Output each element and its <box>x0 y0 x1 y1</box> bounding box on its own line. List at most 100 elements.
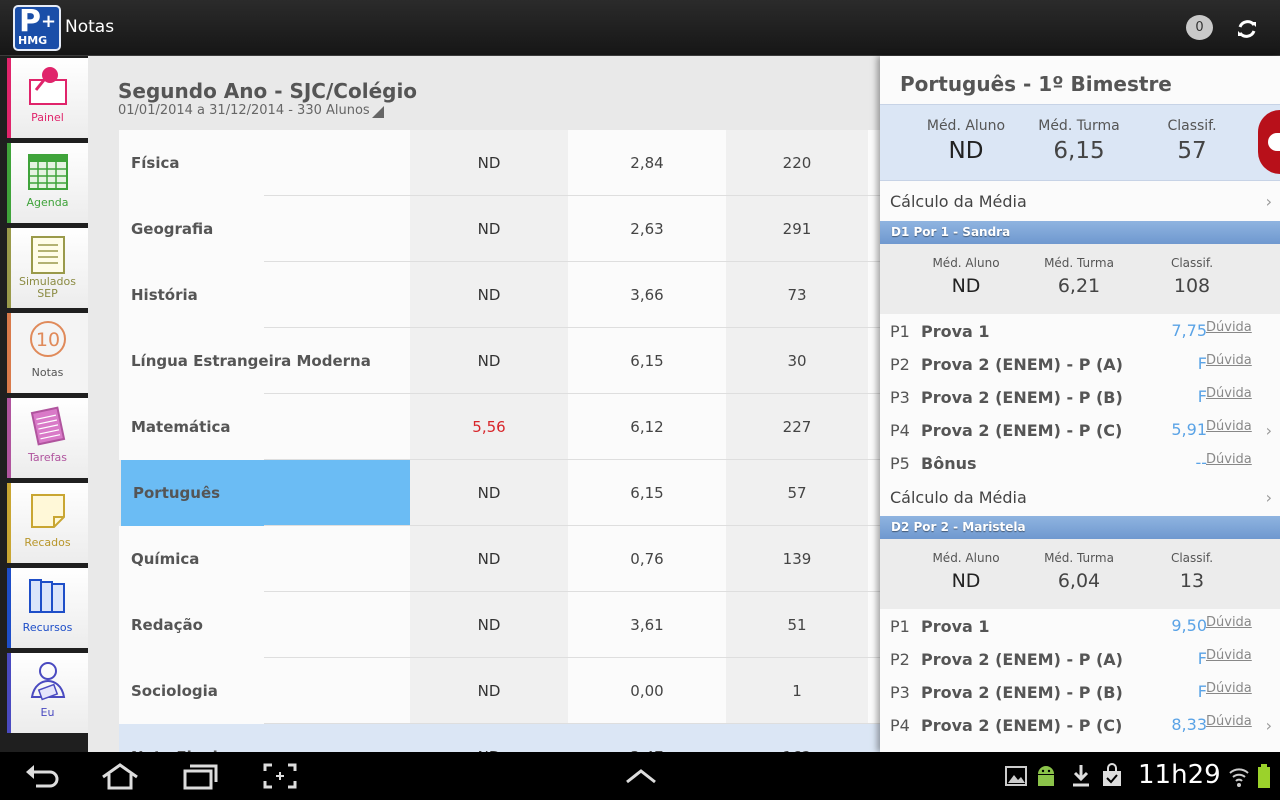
average-calculation-link[interactable]: Cálculo da Média › <box>880 182 1280 220</box>
exam-name: Prova 2 (ENEM) - P (B) <box>921 683 1123 702</box>
student-average: ND <box>410 724 568 752</box>
question-link[interactable]: Dúvida <box>1206 419 1252 434</box>
document-list-icon <box>31 236 65 274</box>
subject-name: Redação <box>119 592 410 658</box>
sidebar-item-painel[interactable]: Painel <box>7 58 88 138</box>
table-row-selected[interactable]: Português ND 6,15 57 <box>119 460 880 526</box>
question-link[interactable]: Dúvida <box>1206 714 1252 729</box>
table-row[interactable]: Redação ND 3,61 51 <box>119 592 880 658</box>
ranking: 73 <box>726 262 868 328</box>
subject-name: História <box>119 262 410 328</box>
table-row-final[interactable]: Nota Final ND 3,47 162 <box>119 724 880 752</box>
exam-row[interactable]: P1 Prova 1 7,75 Dúvida <box>880 314 1280 347</box>
average-calculation-link[interactable]: Cálculo da Média › <box>880 478 1280 516</box>
handle-inner <box>1268 133 1280 151</box>
class-selector-corner-icon[interactable] <box>372 106 384 118</box>
table-row[interactable]: Língua Estrangeira Moderna ND 6,15 30 <box>119 328 880 394</box>
table-row[interactable]: Física ND 2,84 220 <box>119 130 880 196</box>
ranking: 1 <box>726 658 868 724</box>
exam-row[interactable]: P1 Prova 1 9,50 Dúvida <box>880 609 1280 642</box>
stat-value: ND <box>948 138 984 164</box>
stat-value: 57 <box>1177 138 1207 164</box>
exam-row[interactable]: P5 Bônus -- Dúvida <box>880 446 1280 479</box>
sidebar-item-agenda[interactable]: Agenda <box>7 143 88 223</box>
stat-label: Méd. Turma <box>1044 551 1114 565</box>
ranking: 57 <box>726 460 868 526</box>
table-row[interactable]: Sociologia ND 0,00 1 <box>119 658 880 724</box>
question-link[interactable]: Dúvida <box>1206 681 1252 696</box>
exam-row[interactable]: P3 Prova 2 (ENEM) - P (B) F Dúvida <box>880 380 1280 413</box>
screenshot-icon[interactable] <box>262 762 298 790</box>
sidebar-item-tarefas[interactable]: Tarefas <box>7 398 88 478</box>
pushpin-icon <box>29 67 67 105</box>
back-icon[interactable] <box>24 762 60 790</box>
class-average: 2,84 <box>568 130 726 196</box>
exam-row[interactable]: P2 Prova 2 (ENEM) - P (A) F Dúvida <box>880 642 1280 675</box>
class-average: 0,00 <box>568 658 726 724</box>
question-link[interactable]: Dúvida <box>1206 353 1252 368</box>
row-edge <box>868 592 880 658</box>
exam-row[interactable]: P4 Prova 2 (ENEM) - P (C) 5,91 Dúvida › <box>880 413 1280 446</box>
stat-label: Méd. Aluno <box>926 118 1006 134</box>
sidebar-item-eu[interactable]: Eu <box>7 653 88 733</box>
exam-code: P2 <box>890 650 910 669</box>
refresh-icon[interactable] <box>1232 14 1262 44</box>
sidebar-item-simulados[interactable]: Simulados SEP <box>7 228 88 308</box>
panel-pull-handle[interactable] <box>1258 110 1280 174</box>
nav-stripe <box>7 568 11 648</box>
table-row[interactable]: Geografia ND 2,63 291 <box>119 196 880 262</box>
recent-apps-icon[interactable] <box>182 762 218 790</box>
exam-row[interactable]: P2 Prova 2 (ENEM) - P (A) F Dúvida <box>880 347 1280 380</box>
question-link[interactable]: Dúvida <box>1206 452 1252 467</box>
download-icon <box>1073 765 1089 787</box>
wifi-icon <box>1229 768 1249 787</box>
stat-value: ND <box>951 570 981 592</box>
student-average: ND <box>410 196 568 262</box>
exam-code: P3 <box>890 683 910 702</box>
gallery-icon <box>1005 766 1027 786</box>
app-logo[interactable]: P + HMG <box>13 5 61 51</box>
exam-name: Prova 1 <box>921 617 990 636</box>
subject-name: Geografia <box>119 196 410 262</box>
home-icon[interactable] <box>100 762 140 790</box>
table-row[interactable]: História ND 3,66 73 <box>119 262 880 328</box>
sidebar-item-notas[interactable]: 10 Notas <box>7 313 88 393</box>
stat-label: Classif. <box>1170 551 1214 565</box>
chevron-up-icon[interactable] <box>624 762 658 790</box>
class-subtitle: 01/01/2014 a 31/12/2014 - 330 Alunos <box>118 103 370 118</box>
stat-value: 6,04 <box>1057 570 1101 592</box>
sidebar-item-recursos[interactable]: Recursos <box>7 568 88 648</box>
question-link[interactable]: Dúvida <box>1206 320 1252 335</box>
student-average: ND <box>410 658 568 724</box>
system-navigation-bar: 11h29 <box>0 752 1280 800</box>
exam-row[interactable]: P3 Prova 2 (ENEM) - P (B) F Dúvida <box>880 675 1280 708</box>
notification-count-badge[interactable]: 0 <box>1186 15 1213 40</box>
exam-row[interactable]: P4 Prova 2 (ENEM) - P (C) 8,33 Dúvida › <box>880 708 1280 741</box>
sidebar-item-recados[interactable]: Recados <box>7 483 88 563</box>
stat-label: Méd. Aluno <box>932 256 1000 270</box>
subject-name: Matemática <box>119 394 410 460</box>
question-link[interactable]: Dúvida <box>1206 386 1252 401</box>
row-edge <box>868 460 880 526</box>
stat-label: Méd. Aluno <box>932 551 1000 565</box>
section-class-average: Méd. Turma 6,21 <box>1019 256 1139 297</box>
subject-name: Física <box>119 130 410 196</box>
sidebar-item-label: Recursos <box>22 621 73 634</box>
question-link[interactable]: Dúvida <box>1206 648 1252 663</box>
grades-panel: Segundo Ano - SJC/Colégio 01/01/2014 a 3… <box>88 56 880 752</box>
sidebar-item-label: Painel <box>31 111 64 124</box>
nav-stripe <box>7 398 11 478</box>
link-label: Cálculo da Média <box>890 192 1027 211</box>
question-link[interactable]: Dúvida <box>1206 615 1252 630</box>
row-edge <box>868 130 880 196</box>
app-title: Notas <box>65 17 115 37</box>
table-row[interactable]: Matemática 5,56 6,12 227 <box>119 394 880 460</box>
subject-name: Nota Final <box>119 724 410 752</box>
stat-value: ND <box>951 275 981 297</box>
exam-name: Prova 2 (ENEM) - P (A) <box>921 355 1123 374</box>
section-student-average: Méd. Aluno ND <box>906 551 1026 592</box>
table-row[interactable]: Química ND 0,76 139 <box>119 526 880 592</box>
class-average: 3,61 <box>568 592 726 658</box>
exam-code: P2 <box>890 355 910 374</box>
nav-stripe <box>7 143 11 223</box>
